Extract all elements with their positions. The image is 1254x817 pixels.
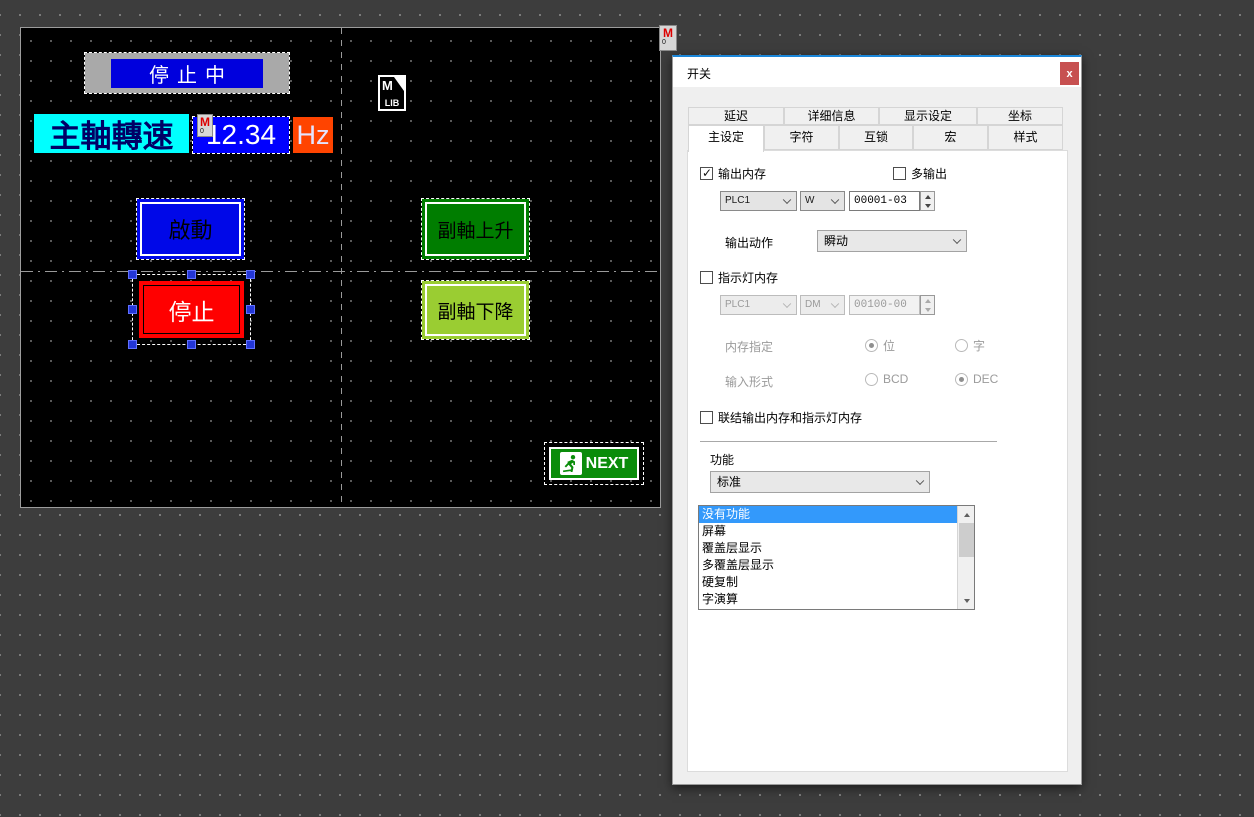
list-item[interactable]: 字演算 [699, 591, 957, 608]
function-label: 功能 [710, 451, 734, 468]
resize-handle-w[interactable] [128, 305, 137, 314]
function-type-select[interactable]: 标准 [710, 471, 930, 493]
lamp-plc-select: PLC1 [720, 295, 797, 315]
list-item[interactable]: 没有功能 [699, 506, 957, 523]
aux-down-switch-widget[interactable]: 副軸下降 [422, 281, 529, 339]
output-action-select[interactable]: 瞬动 [817, 230, 967, 252]
output-address-spinner[interactable] [920, 191, 935, 211]
resize-handle-ne[interactable] [246, 270, 255, 279]
exit-man-icon [560, 452, 582, 475]
chevron-down-icon [831, 196, 839, 204]
tab-macro[interactable]: 宏 [913, 125, 988, 150]
lamp-status-label: 停止中 [111, 59, 263, 88]
stop-switch-widget[interactable]: 停止 [139, 281, 244, 338]
output-action-label: 输出动作 [725, 234, 773, 251]
checkbox-checked-icon[interactable] [700, 167, 713, 180]
lamp-status-widget[interactable]: 停止中 [85, 53, 289, 93]
bit-radio: 位 [865, 337, 895, 354]
list-item[interactable]: 屏幕 [699, 523, 957, 540]
spinner-up-icon[interactable] [921, 192, 934, 201]
spinner-down-icon[interactable] [921, 201, 934, 210]
chevron-down-icon [831, 300, 839, 308]
tab-delay[interactable]: 延迟 [688, 107, 784, 125]
settings-tabs: 延迟 详细信息 显示设定 坐标 主设定 字符 互锁 宏 样式 [688, 107, 1063, 152]
tab-interlock[interactable]: 互锁 [839, 125, 913, 150]
output-address-input[interactable]: 00001-03 [849, 191, 920, 211]
screen-macro-badge: M0 [659, 25, 677, 51]
bcd-radio: BCD [865, 372, 908, 386]
multi-output-checkbox[interactable]: 多输出 [893, 165, 947, 182]
list-item[interactable]: 硬复制 [699, 574, 957, 591]
spinner-up-icon [921, 296, 934, 305]
chevron-down-icon [953, 236, 961, 244]
horizontal-guide-line [21, 271, 660, 272]
tab-row-1: 延迟 详细信息 显示设定 坐标 [688, 107, 1063, 125]
chevron-down-icon [783, 196, 791, 204]
tab-row-2: 主设定 字符 互锁 宏 样式 [688, 125, 1063, 152]
memory-spec-label: 内存指定 [725, 338, 773, 355]
close-icon: x [1066, 68, 1072, 80]
list-item[interactable]: 多覆盖层显示 [699, 557, 957, 574]
function-listbox[interactable]: 没有功能 屏幕 覆盖层显示 多覆盖层显示 硬复制 字演算 [698, 505, 975, 610]
tab-coords[interactable]: 坐标 [977, 107, 1063, 125]
chevron-down-icon [916, 477, 924, 485]
resize-handle-n[interactable] [187, 270, 196, 279]
chevron-down-icon [783, 300, 791, 308]
next-screen-button-widget[interactable]: NEXT [549, 447, 639, 480]
radio-selected-icon [955, 373, 968, 386]
output-device-select[interactable]: W [800, 191, 845, 211]
resize-handle-s[interactable] [187, 340, 196, 349]
tab-character[interactable]: 字符 [764, 125, 839, 150]
close-button[interactable]: x [1060, 62, 1079, 85]
scroll-up-icon[interactable] [958, 506, 975, 523]
radio-selected-icon [865, 339, 878, 352]
dialog-titlebar[interactable]: 开关 x [673, 57, 1081, 87]
aux-up-switch-widget[interactable]: 副軸上升 [422, 199, 529, 259]
dec-radio: DEC [955, 372, 998, 386]
word-radio: 字 [955, 337, 985, 354]
resize-handle-se[interactable] [246, 340, 255, 349]
design-canvas[interactable]: 停止中 主軸轉速 12.34 M0 Hz M LIB 啟動 停止 副軸上升 [20, 27, 661, 508]
lamp-address-input: 00100-00 [849, 295, 920, 315]
output-memory-checkbox[interactable]: 输出内存 [700, 165, 766, 182]
checkbox-unchecked-icon[interactable] [700, 271, 713, 284]
list-item[interactable]: 覆盖层显示 [699, 540, 957, 557]
vertical-guide-line [341, 28, 342, 507]
resize-handle-sw[interactable] [128, 340, 137, 349]
checkbox-unchecked-icon[interactable] [700, 411, 713, 424]
spindle-speed-text[interactable]: 主軸轉速 [34, 114, 189, 153]
tab-details[interactable]: 详细信息 [784, 107, 879, 125]
lamp-address-spinner [920, 295, 935, 315]
resize-handle-nw[interactable] [128, 270, 137, 279]
checkbox-unchecked-icon[interactable] [893, 167, 906, 180]
tab-display[interactable]: 显示设定 [879, 107, 977, 125]
dialog-title: 开关 [687, 65, 711, 82]
spinner-down-icon [921, 305, 934, 314]
scrollbar-thumb[interactable] [959, 523, 974, 557]
output-plc-select[interactable]: PLC1 [720, 191, 797, 211]
main-settings-panel: 输出内存 多输出 PLC1 W 00001-03 输出动作 瞬动 指示灯内存 P… [687, 150, 1068, 772]
scroll-down-icon[interactable] [958, 592, 975, 609]
resize-handle-e[interactable] [246, 305, 255, 314]
unit-text[interactable]: Hz [293, 117, 333, 153]
lamp-device-select: DM [800, 295, 845, 315]
input-format-label: 输入形式 [725, 373, 773, 390]
tab-main[interactable]: 主设定 [688, 125, 764, 152]
lamp-memory-checkbox[interactable]: 指示灯内存 [700, 269, 778, 286]
radio-unselected-icon [955, 339, 968, 352]
radio-unselected-icon [865, 373, 878, 386]
macro-marker-badge: M0 [197, 114, 213, 137]
multi-lib-icon[interactable]: M LIB [378, 75, 406, 111]
switch-settings-dialog: 开关 x 延迟 详细信息 显示设定 坐标 主设定 字符 互锁 宏 样式 输出内存… [672, 55, 1082, 785]
tab-style[interactable]: 样式 [988, 125, 1063, 150]
scrollbar[interactable] [957, 506, 974, 609]
start-switch-widget[interactable]: 啟動 [137, 199, 244, 259]
link-memories-checkbox[interactable]: 联结输出内存和指示灯内存 [700, 409, 862, 426]
separator [700, 441, 997, 442]
